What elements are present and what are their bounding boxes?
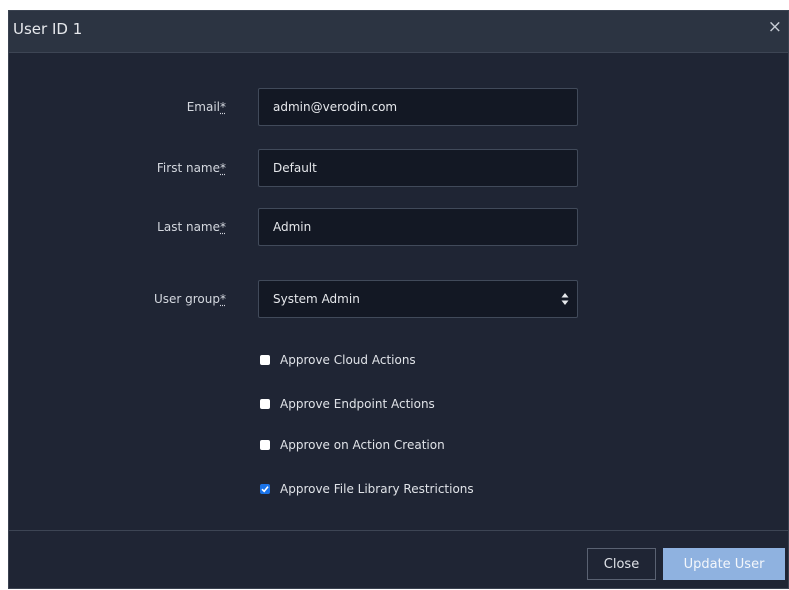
dialog-title: User ID 1 <box>13 20 83 38</box>
required-marker: * <box>220 161 226 175</box>
required-marker: * <box>220 292 226 306</box>
close-icon[interactable]: × <box>768 19 782 36</box>
checkbox-label: Approve Endpoint Actions <box>280 397 435 411</box>
user-group-selected-value: System Admin <box>273 292 360 306</box>
approve-on-action-creation-checkbox[interactable] <box>260 440 270 450</box>
close-button[interactable]: Close <box>587 548 656 580</box>
dialog-footer: Close Update User <box>9 530 788 590</box>
approve-file-library-restrictions-checkbox[interactable] <box>260 484 270 494</box>
user-group-select[interactable]: System Admin <box>258 280 578 318</box>
last-name-row: Last name* <box>9 208 788 248</box>
checkbox-label: Approve Cloud Actions <box>280 353 416 367</box>
user-edit-dialog: User ID 1 × Email* First name* Last name… <box>8 10 789 589</box>
email-label: Email* <box>186 100 226 114</box>
checkbox-label: Approve on Action Creation <box>280 438 445 452</box>
user-group-label: User group* <box>153 292 226 306</box>
last-name-field[interactable] <box>258 208 578 246</box>
dialog-header: User ID 1 × <box>9 11 788 53</box>
required-marker: * <box>220 220 226 234</box>
email-field[interactable] <box>258 88 578 126</box>
checkbox-label: Approve File Library Restrictions <box>280 482 474 496</box>
select-arrows-icon <box>561 293 569 305</box>
update-user-button[interactable]: Update User <box>663 548 785 580</box>
email-row: Email* <box>9 88 788 128</box>
required-marker: * <box>220 100 226 114</box>
first-name-row: First name* <box>9 149 788 189</box>
last-name-label: Last name* <box>157 220 226 234</box>
approve-cloud-actions-checkbox[interactable] <box>260 355 270 365</box>
first-name-label: First name* <box>156 161 226 175</box>
checkmark-icon <box>261 486 269 493</box>
user-group-row: User group* System Admin <box>9 280 788 320</box>
approve-endpoint-actions-checkbox[interactable] <box>260 399 270 409</box>
first-name-field[interactable] <box>258 149 578 187</box>
